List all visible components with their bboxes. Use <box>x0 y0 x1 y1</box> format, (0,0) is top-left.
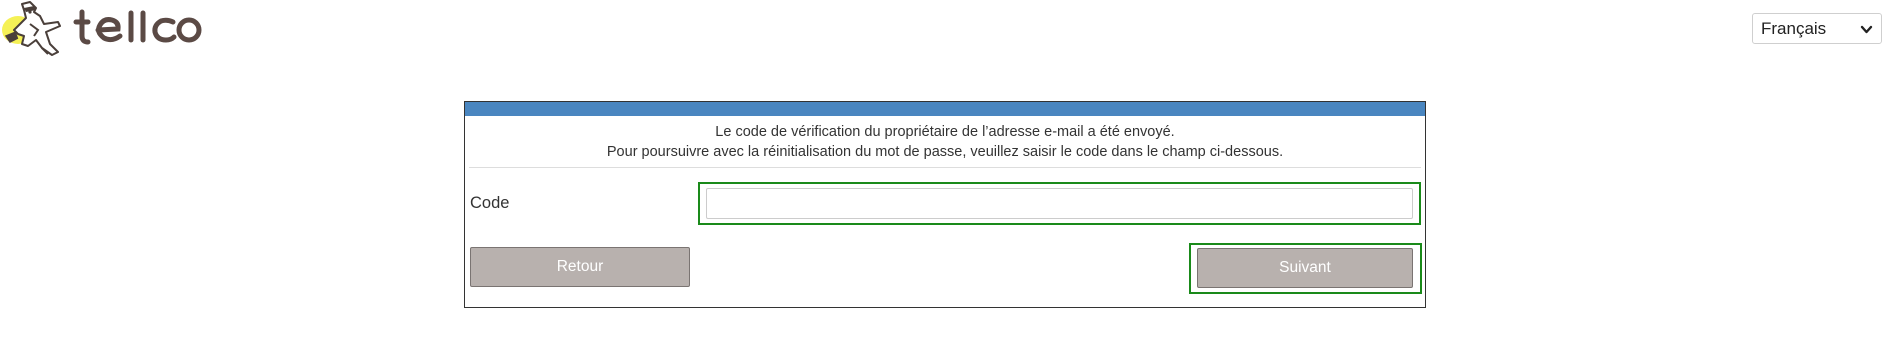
tellco-logo[interactable] <box>0 0 210 56</box>
next-button[interactable]: Suivant <box>1197 248 1413 288</box>
mascot-figure-icon <box>2 1 202 56</box>
header: Français <box>0 0 1892 60</box>
back-button[interactable]: Retour <box>470 247 690 287</box>
next-button-highlight: Suivant <box>1189 243 1422 294</box>
language-select-value: Français <box>1761 18 1827 38</box>
code-field-highlight <box>698 182 1421 225</box>
message-line-1: Le code de vérification du propriétaire … <box>715 124 1175 140</box>
code-label: Code <box>470 194 510 212</box>
panel-header-bar <box>465 102 1425 116</box>
message-line-2: Pour poursuivre avec la réinitialisation… <box>606 144 1284 160</box>
chevron-down-icon <box>1860 25 1873 34</box>
divider <box>469 167 1421 168</box>
verification-panel: Le code de vérification du propriétaire … <box>464 101 1426 308</box>
verification-message: Le code de vérification du propriétaire … <box>465 116 1425 162</box>
code-input[interactable] <box>706 188 1413 219</box>
language-select[interactable]: Français <box>1752 13 1882 44</box>
